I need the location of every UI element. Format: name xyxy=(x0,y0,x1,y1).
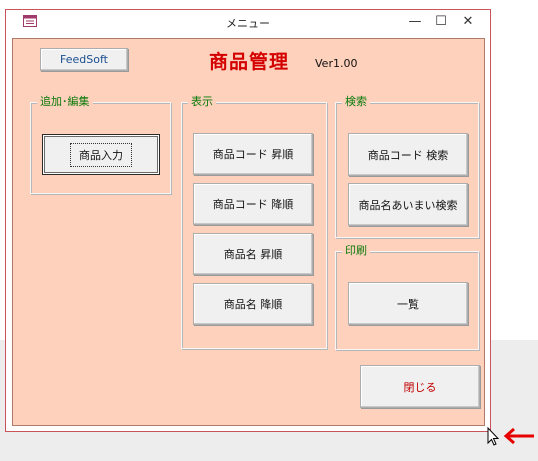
mouse-pointer-icon xyxy=(487,427,500,446)
group-print: 印刷 一覧 xyxy=(335,244,479,350)
maximize-button[interactable]: ☐ xyxy=(428,12,454,32)
product-entry-button[interactable]: 商品入力 xyxy=(42,134,160,175)
sort-code-asc-button[interactable]: 商品コード 昇順 xyxy=(193,133,313,175)
group-search-legend: 検索 xyxy=(342,95,370,109)
group-print-legend: 印刷 xyxy=(342,244,370,258)
group-display: 表示 商品コード 昇順 商品コード 降順 商品名 昇順 商品名 降順 xyxy=(181,95,327,349)
menu-window: メニュー — ☐ ✕ FeedSoft 商品管理 Ver1.00 追加･編集 商… xyxy=(5,9,491,432)
left-arrow-icon xyxy=(503,428,534,444)
title-bar[interactable]: メニュー — ☐ ✕ xyxy=(6,10,490,35)
group-add-edit-legend: 追加･編集 xyxy=(37,95,93,109)
sort-name-desc-button[interactable]: 商品名 降順 xyxy=(193,283,313,325)
version-label: Ver1.00 xyxy=(315,57,358,70)
group-display-legend: 表示 xyxy=(188,95,216,109)
group-add-edit: 追加･編集 商品入力 xyxy=(30,95,171,194)
print-list-button[interactable]: 一覧 xyxy=(348,282,468,325)
product-entry-label: 商品入力 xyxy=(70,142,132,167)
feedsoft-button[interactable]: FeedSoft xyxy=(40,48,128,71)
sort-name-asc-button[interactable]: 商品名 昇順 xyxy=(193,233,313,275)
close-window-button[interactable]: ✕ xyxy=(455,12,481,32)
menu-form: FeedSoft 商品管理 Ver1.00 追加･編集 商品入力 表示 商品コー… xyxy=(12,38,485,426)
close-form-button[interactable]: 閉じる xyxy=(360,365,480,408)
minimize-button[interactable]: — xyxy=(402,12,428,32)
sort-code-desc-button[interactable]: 商品コード 降順 xyxy=(193,183,313,225)
group-search: 検索 商品コード 検索 商品名あいまい検索 xyxy=(335,95,479,238)
fuzzy-name-search-button[interactable]: 商品名あいまい検索 xyxy=(348,183,468,226)
search-by-code-button[interactable]: 商品コード 検索 xyxy=(348,133,468,176)
page-title: 商品管理 xyxy=(209,51,290,73)
